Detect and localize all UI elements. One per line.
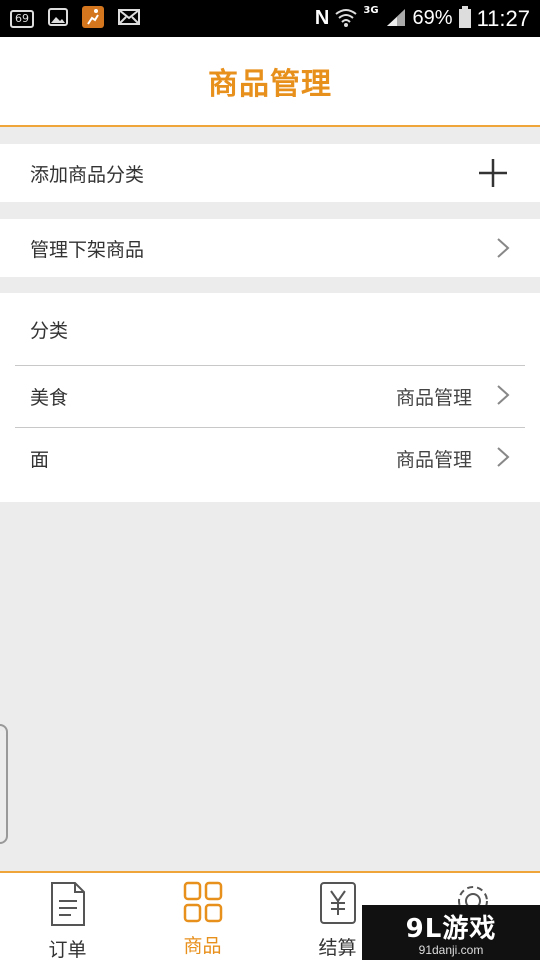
grid-icon bbox=[183, 881, 223, 927]
add-category-label: 添加商品分类 bbox=[30, 163, 145, 186]
chevron-right-icon bbox=[496, 384, 510, 410]
mail-icon bbox=[118, 8, 140, 29]
yen-doc-icon bbox=[319, 881, 357, 929]
chevron-right-icon bbox=[496, 237, 510, 259]
watermark-url: 91danji.com bbox=[418, 943, 484, 957]
add-category-row[interactable]: 添加商品分类 bbox=[0, 144, 540, 202]
category-list-header: 分类 bbox=[0, 293, 540, 365]
nav-label-orders: 订单 bbox=[48, 939, 87, 960]
status-bar: 69 N 3G 69% 11:27 bbox=[0, 0, 540, 37]
signal-icon bbox=[385, 7, 407, 31]
category-manage-link[interactable]: 商品管理 bbox=[396, 383, 510, 410]
category-manage-label: 商品管理 bbox=[395, 387, 472, 409]
gallery-icon bbox=[48, 7, 68, 30]
chevron-right-icon bbox=[496, 446, 510, 472]
category-manage-label: 商品管理 bbox=[395, 449, 472, 471]
runner-app-icon bbox=[82, 5, 104, 32]
category-name: 面 bbox=[30, 449, 50, 471]
category-manage-link[interactable]: 商品管理 bbox=[396, 445, 510, 472]
category-header-label: 分类 bbox=[30, 319, 69, 342]
plus-icon[interactable] bbox=[476, 156, 510, 190]
watermark-logo-text: 9L游戏 bbox=[405, 914, 497, 944]
battery-percent: 69% bbox=[412, 7, 453, 29]
wifi-icon bbox=[335, 7, 357, 31]
nav-label-settlement: 结算 bbox=[318, 937, 357, 959]
site-watermark: 9L游戏 91danji.com bbox=[362, 905, 540, 960]
notification-count-badge: 69 bbox=[10, 9, 34, 28]
category-item-noodles[interactable]: 面 商品管理 bbox=[0, 428, 540, 489]
order-doc-icon bbox=[49, 881, 87, 931]
floating-edge-handle[interactable] bbox=[0, 724, 8, 844]
nfc-icon: N bbox=[314, 7, 330, 29]
page-title: 商品管理 bbox=[208, 67, 332, 102]
manage-delisted-row[interactable]: 管理下架商品 bbox=[0, 219, 540, 277]
battery-icon bbox=[458, 5, 471, 32]
network-type-label: 3G bbox=[363, 5, 379, 16]
category-item-food[interactable]: 美食 商品管理 bbox=[0, 366, 540, 427]
nav-tab-products[interactable]: 商品 bbox=[135, 873, 270, 960]
status-bar-right: N 3G 69% 11:27 bbox=[314, 5, 540, 32]
app-header: 商品管理 bbox=[0, 37, 540, 127]
clock: 11:27 bbox=[476, 5, 530, 31]
nav-tab-orders[interactable]: 订单 bbox=[0, 873, 135, 960]
category-name: 美食 bbox=[30, 387, 69, 409]
nav-label-products: 商品 bbox=[183, 935, 222, 957]
manage-delisted-label: 管理下架商品 bbox=[30, 238, 145, 261]
category-list: 分类 美食 商品管理 面 商品管理 bbox=[0, 293, 540, 502]
status-bar-left: 69 bbox=[0, 5, 140, 32]
